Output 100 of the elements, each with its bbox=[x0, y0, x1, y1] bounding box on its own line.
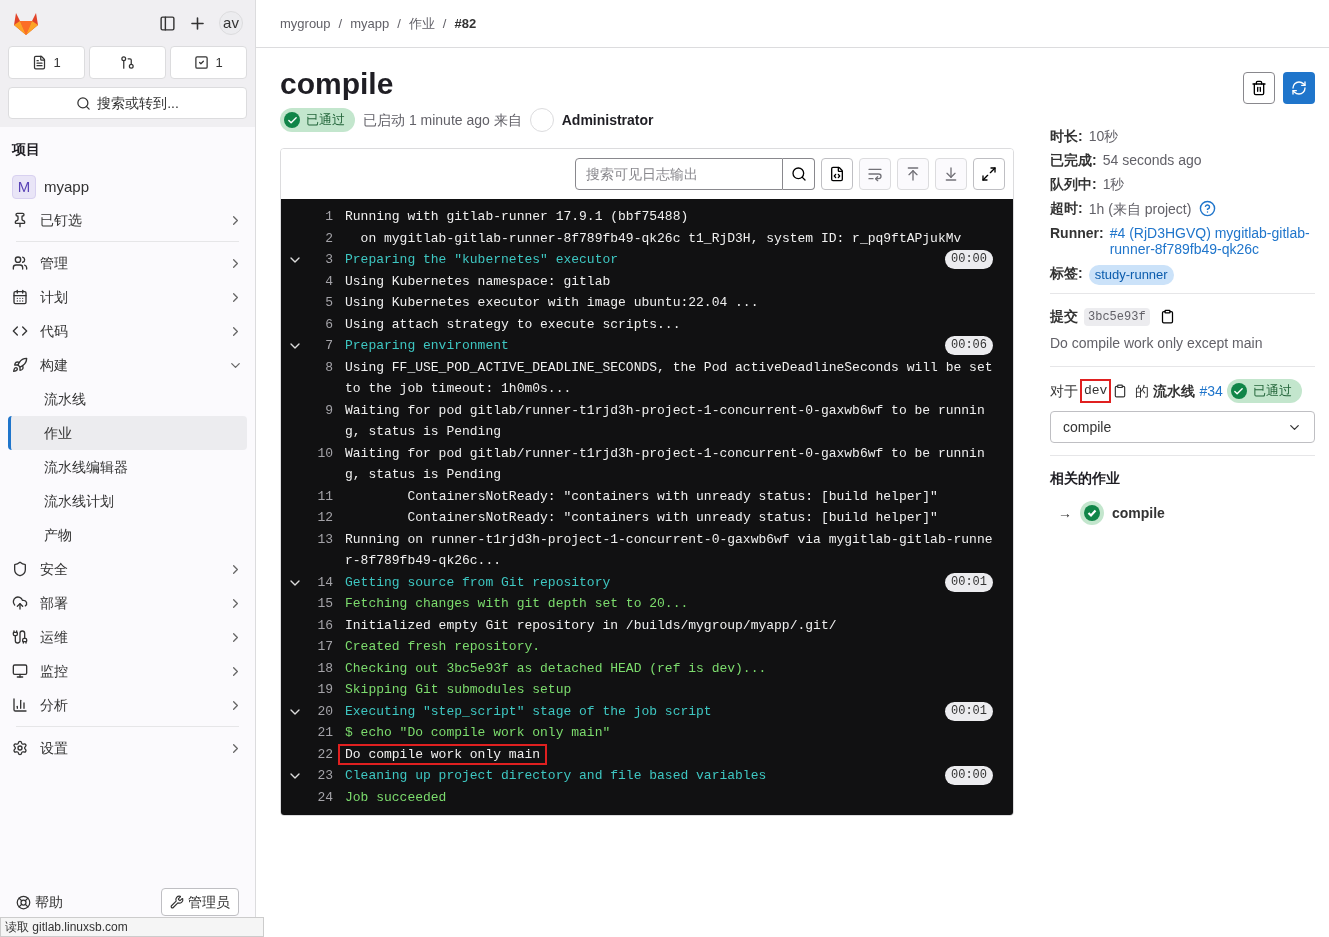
help-link[interactable]: 帮助 bbox=[16, 891, 63, 913]
nav-item[interactable]: 构建 bbox=[8, 348, 247, 382]
arrow: → bbox=[1058, 503, 1072, 523]
commit-sha[interactable]: 3bc5e93f bbox=[1084, 307, 1150, 326]
detail-value: 1秒 bbox=[1102, 176, 1125, 192]
nav-subitem[interactable]: 作业 bbox=[8, 416, 247, 450]
pipeline-label: 流水线 bbox=[1153, 381, 1196, 401]
retry-button[interactable] bbox=[1283, 72, 1315, 104]
admin-button[interactable]: 管理员 bbox=[161, 888, 239, 916]
line-number: 4 bbox=[324, 272, 334, 291]
rocket-icon bbox=[12, 357, 28, 373]
todo-counter[interactable]: 1 bbox=[170, 46, 247, 79]
line-number: 5 bbox=[324, 294, 334, 312]
fullscreen-button[interactable] bbox=[973, 158, 1005, 190]
nav-item[interactable]: 运维 bbox=[8, 620, 247, 654]
line-number: 14 bbox=[316, 573, 334, 592]
raw-log-button[interactable] bbox=[821, 158, 853, 190]
line-number: 19 bbox=[316, 681, 334, 699]
status-badge[interactable]: 已通过 bbox=[1226, 379, 1302, 403]
log-text: ContainersNotReady: "containers with unready status: [build helper]" bbox=[406, 488, 938, 504]
status-badge[interactable]: 已通过 bbox=[280, 108, 355, 132]
pipeline-of: 的 bbox=[1135, 381, 1150, 401]
stage-dropdown[interactable]: compile bbox=[1050, 411, 1315, 443]
nav-subitem[interactable]: 产物 bbox=[8, 518, 247, 552]
log-text: Using Kubernetes namespace: gitlab bbox=[345, 273, 611, 289]
scroll-top-button[interactable] bbox=[897, 158, 929, 190]
duration-badge: 00:00 bbox=[945, 766, 993, 785]
nav-item[interactable]: 部署 bbox=[8, 586, 247, 620]
breadcrumb-link[interactable]: mygroup bbox=[280, 13, 331, 34]
nav-item[interactable]: 代码 bbox=[8, 314, 247, 348]
nav-item[interactable]: 管理 bbox=[8, 246, 247, 280]
log-text: Waiting for pod gitlab/runner-t1rjd3h-project-1-concurrent-0-gaxwb6wf to be running, status is Pending bbox=[345, 402, 985, 439]
breadcrumb-separator: / bbox=[338, 14, 343, 33]
user-avatar[interactable]: av bbox=[219, 11, 243, 35]
nav-item[interactable]: 安全 bbox=[8, 552, 247, 586]
nav-item[interactable]: 计划 bbox=[8, 280, 247, 314]
nav-item[interactable]: 设置 bbox=[8, 731, 247, 765]
pipeline-link[interactable]: #34 bbox=[1199, 380, 1223, 402]
search-button[interactable]: 搜索或转到... bbox=[8, 87, 247, 119]
log-text: Using Kubernetes executor with image ubuntu:22.04 ... bbox=[345, 295, 759, 310]
project-item[interactable]: M myapp bbox=[8, 171, 247, 203]
started-text: 已启动 1 minute ago 来自 bbox=[363, 110, 522, 130]
detail-value: 10秒 bbox=[1088, 128, 1119, 144]
wrap-lines-button[interactable] bbox=[859, 158, 891, 190]
log-text: Initialized empty Git repository in /builds/mygroup/myapp/.git/ bbox=[345, 617, 837, 633]
line-number: 24 bbox=[316, 788, 334, 807]
user-link[interactable]: Administrator bbox=[561, 109, 654, 131]
detail-label: Runner: bbox=[1050, 225, 1104, 241]
breadcrumb-link[interactable]: #82 bbox=[454, 13, 477, 34]
log-text: $ echo "Do compile work only main" bbox=[345, 725, 611, 740]
nav-subitem[interactable]: 流水线 bbox=[8, 382, 247, 416]
job-title: compile bbox=[280, 66, 395, 102]
clipboard-icon[interactable] bbox=[1159, 309, 1175, 324]
line-number: 16 bbox=[316, 616, 334, 635]
search-icon bbox=[76, 95, 92, 111]
log-text: Preparing environment bbox=[345, 338, 509, 353]
branch-ref[interactable]: dev bbox=[1082, 381, 1110, 401]
log-text: Running on runner-t1rjd3h-project-1-concurrent-0-gaxwb6wf via mygitlab-gitlab-runner-8f789fb49-qk26c... bbox=[345, 531, 993, 568]
runner-link[interactable]: #4 (RjD3HGVQ) mygitlab-gitlab-runner-8f789fb49-qk26c bbox=[1109, 225, 1315, 257]
wrench-icon bbox=[170, 895, 184, 909]
related-title: 相关的作业 bbox=[1050, 469, 1121, 488]
log-search-field[interactable]: 搜索可见日志输出 bbox=[575, 158, 783, 190]
nav-subitem[interactable]: 流水线计划 bbox=[8, 484, 247, 518]
line-number: 2 bbox=[324, 229, 334, 248]
search-button[interactable] bbox=[783, 158, 815, 190]
nav-item[interactable]: 分析 bbox=[8, 688, 247, 722]
breadcrumb-separator: / bbox=[442, 14, 447, 33]
help-icon[interactable] bbox=[1199, 200, 1217, 217]
nav-item[interactable]: 已钉选 bbox=[8, 203, 247, 237]
detail-label: 已完成: bbox=[1050, 152, 1097, 168]
line-number: 21 bbox=[316, 724, 334, 742]
delete-button[interactable] bbox=[1243, 72, 1275, 104]
sidebar-toggle-icon[interactable] bbox=[159, 14, 176, 32]
issue-counter[interactable]: 1 bbox=[8, 46, 85, 79]
detail-label: 时长: bbox=[1050, 128, 1083, 144]
success-icon bbox=[1080, 501, 1104, 525]
log-text: Using attach strategy to execute scripts... bbox=[345, 316, 681, 332]
duration-badge: 00:01 bbox=[945, 701, 993, 721]
duration-badge: 00:00 bbox=[945, 250, 993, 269]
nav-item[interactable]: 监控 bbox=[8, 654, 247, 688]
settings-icon bbox=[12, 740, 28, 756]
runner-tag[interactable]: study-runner bbox=[1088, 265, 1174, 285]
duration-badge: 00:06 bbox=[945, 336, 993, 355]
breadcrumb-link[interactable]: myapp bbox=[350, 13, 390, 34]
line-number: 17 bbox=[316, 638, 334, 656]
clipboard-icon[interactable] bbox=[1113, 384, 1128, 398]
merge-request-counter[interactable] bbox=[89, 46, 166, 79]
log-text: Skipping Git submodules setup bbox=[345, 682, 572, 697]
scroll-bottom-button[interactable] bbox=[935, 158, 967, 190]
line-number: 20 bbox=[316, 702, 334, 721]
log-text: Executing "step_script" stage of the job script bbox=[345, 703, 712, 719]
project-avatar: M bbox=[12, 175, 36, 199]
commit-label: 提交 bbox=[1050, 307, 1078, 326]
related-job-link[interactable]: compile bbox=[1112, 502, 1165, 524]
detail-label: 超时: bbox=[1050, 200, 1083, 216]
nav-subitem[interactable]: 流水线编辑器 bbox=[8, 450, 247, 484]
log-text: Waiting for pod gitlab/runner-t1rjd3h-project-1-concurrent-0-gaxwb6wf to be running, status is Pending bbox=[345, 445, 985, 482]
code-icon bbox=[12, 323, 28, 339]
breadcrumb-link[interactable]: 作业 bbox=[408, 13, 435, 34]
detail-value: 1h (来自 project) bbox=[1088, 200, 1192, 217]
